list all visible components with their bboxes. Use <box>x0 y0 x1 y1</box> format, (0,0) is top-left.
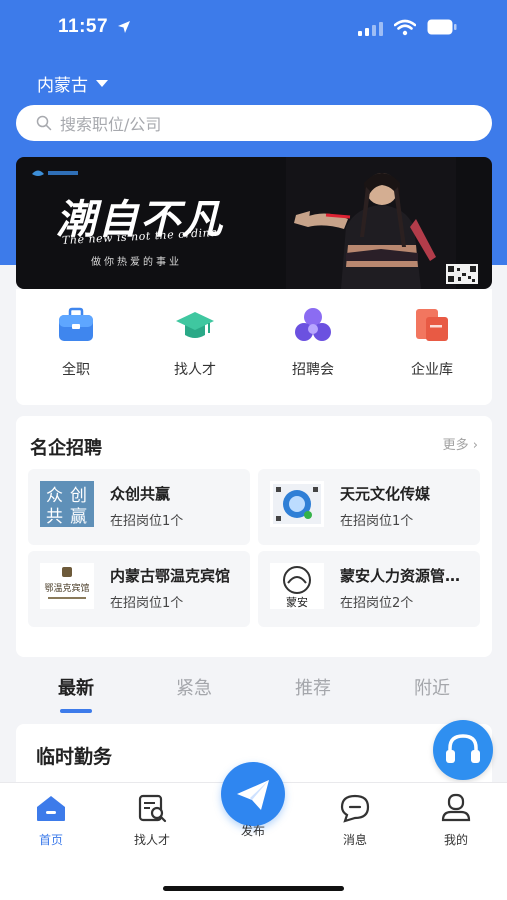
quick-link-fulltime[interactable]: 全职 <box>26 305 126 379</box>
message-icon <box>340 794 370 823</box>
company-logo-char: 共 <box>46 507 63 527</box>
promo-banner[interactable]: 潮自不凡 The new is not the ordina 做你热爱的事业 <box>16 157 492 289</box>
company-logo: 蒙安 <box>270 563 324 609</box>
quick-link-label: 招聘会 <box>292 362 334 378</box>
caret-down-icon <box>96 80 108 87</box>
company-name: 内蒙古鄂温克宾馆 <box>110 567 231 585</box>
company-cards-icon <box>416 309 448 341</box>
tab-nearby[interactable]: 附近 <box>402 674 462 700</box>
company-card[interactable]: 天元文化传媒 在招岗位1个 <box>258 469 480 545</box>
quick-link-label: 找人才 <box>174 362 216 378</box>
customer-service-button[interactable] <box>433 720 493 780</box>
banner-subtitle: 做你热爱的事业 <box>91 257 182 268</box>
job-tabs: 最新 紧急 推荐 附近 <box>0 664 507 714</box>
app-screen: 11:57 内蒙古 搜索职位/公司 潮自不凡 The new is not th… <box>0 0 507 900</box>
group-circles-icon <box>295 308 331 341</box>
quick-links-panel: 全职 找人才 招聘会 企业库 <box>16 289 492 405</box>
home-icon <box>37 796 65 821</box>
company-logo-char: 创 <box>70 486 87 506</box>
company-logo: 众 创 共 赢 <box>40 481 94 527</box>
active-tab-indicator <box>60 709 92 713</box>
company-logo-char: 众 <box>46 486 63 506</box>
user-icon <box>441 793 471 822</box>
company-positions: 在招岗位1个 <box>110 596 184 611</box>
region-selector[interactable]: 内蒙古 <box>37 71 108 96</box>
company-card[interactable]: 蒙安 蒙安人力资源管理有限公司 在招岗位2个 <box>258 551 480 627</box>
banner-model-image <box>286 157 456 289</box>
search-bar[interactable]: 搜索职位/公司 <box>16 105 492 141</box>
paper-plane-icon <box>237 780 269 810</box>
region-label: 内蒙古 <box>37 76 88 96</box>
more-label: 更多 <box>442 438 469 453</box>
headset-icon <box>446 734 480 763</box>
company-name: 天元文化传媒 <box>340 485 431 503</box>
qr-code-icon <box>446 264 478 284</box>
quick-link-find-talent[interactable]: 找人才 <box>145 305 245 379</box>
status-bar: 11:57 <box>0 0 507 56</box>
quick-link-label: 全职 <box>62 362 90 378</box>
nav-messages[interactable]: 消息 <box>325 793 385 848</box>
tab-latest[interactable]: 最新 <box>46 674 106 700</box>
company-logo-text: 鄂温克宾馆 <box>44 582 89 594</box>
company-name: 众创共赢 <box>110 485 171 503</box>
location-arrow-icon <box>118 21 130 33</box>
company-card[interactable]: 鄂温克宾馆 内蒙古鄂温克宾馆 在招岗位1个 <box>28 551 250 627</box>
company-positions: 在招岗位1个 <box>340 514 414 529</box>
company-logo-char: 赢 <box>70 507 87 527</box>
graduation-cap-icon <box>176 312 214 338</box>
company-positions: 在招岗位1个 <box>110 514 184 529</box>
search-placeholder: 搜索职位/公司 <box>60 115 162 134</box>
publish-label: 发布 <box>240 824 265 838</box>
wifi-icon <box>394 19 416 36</box>
nav-profile[interactable]: 我的 <box>426 793 486 848</box>
company-logo: 鄂温克宾馆 <box>40 563 94 609</box>
cellular-signal-icon <box>358 22 383 36</box>
nav-label: 我的 <box>443 833 468 847</box>
publish-button[interactable] <box>221 762 285 826</box>
briefcase-icon <box>59 307 93 341</box>
nav-find-talent[interactable]: 找人才 <box>122 793 182 848</box>
company-positions: 在招岗位2个 <box>340 596 414 611</box>
search-icon <box>36 115 52 131</box>
nav-label: 消息 <box>342 833 367 847</box>
quick-link-company-library[interactable]: 企业库 <box>382 305 482 379</box>
nav-home[interactable]: 首页 <box>21 793 81 848</box>
quick-link-job-fair[interactable]: 招聘会 <box>263 305 363 379</box>
company-logo-text: 蒙安 <box>286 595 308 609</box>
famous-title: 名企招聘 <box>30 438 102 459</box>
nav-label: 首页 <box>38 833 63 847</box>
company-logo <box>270 481 324 527</box>
tab-recommended[interactable]: 推荐 <box>283 674 343 700</box>
banner-logo <box>32 170 78 176</box>
home-indicator <box>163 886 344 891</box>
status-time: 11:57 <box>58 16 109 37</box>
battery-icon <box>427 19 457 35</box>
company-card[interactable]: 众 创 共 赢 众创共赢 在招岗位1个 <box>28 469 250 545</box>
quick-link-label: 企业库 <box>411 362 453 378</box>
chevron-right-icon: › <box>472 438 478 453</box>
section-title: 临时勤务 <box>36 746 113 768</box>
tab-urgent[interactable]: 紧急 <box>164 674 224 700</box>
nav-label: 找人才 <box>133 833 170 847</box>
resume-search-icon <box>138 794 167 823</box>
more-link[interactable]: 更多 › <box>443 434 478 453</box>
company-name: 蒙安人力资源管理有限公司 <box>340 567 474 585</box>
famous-companies-panel: 名企招聘 更多 › 众 创 共 赢 众创共赢 在招岗位1个 天元文化传媒 在招岗… <box>16 416 492 657</box>
